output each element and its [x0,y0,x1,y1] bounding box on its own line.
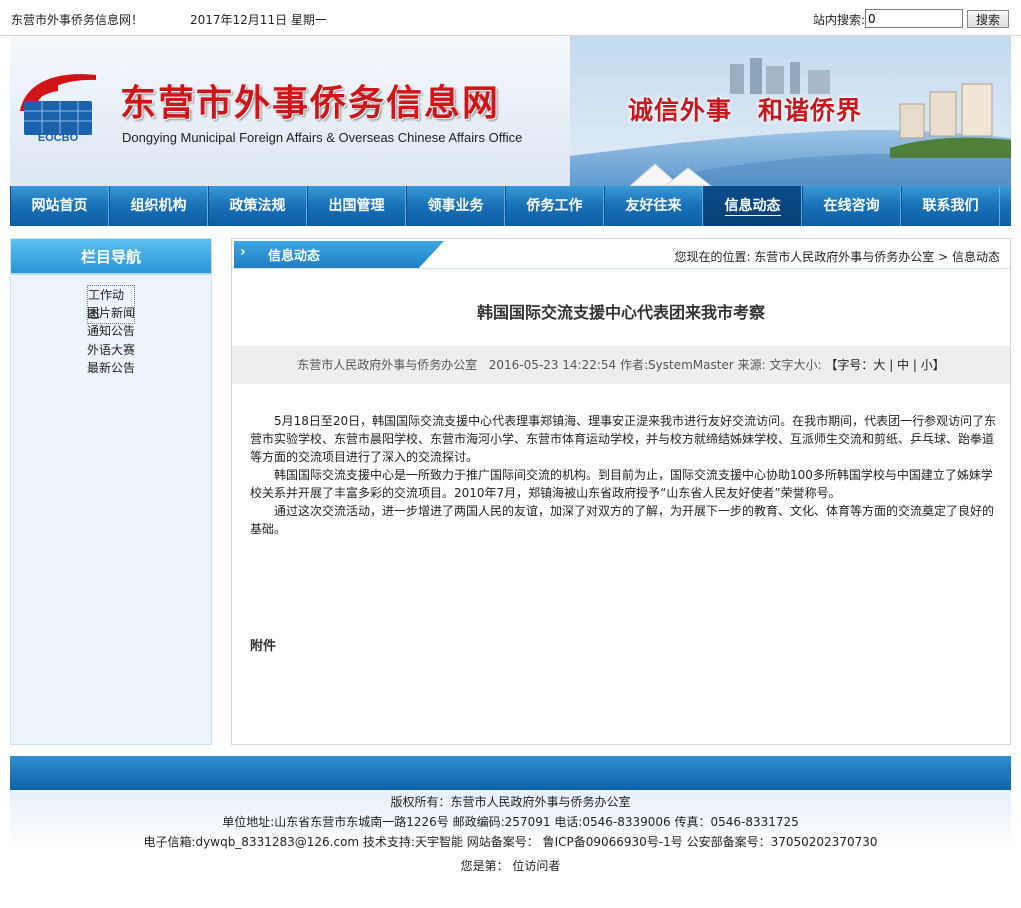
font-size-options[interactable]: 【字号：大 | 中 | 小】 [825,358,944,372]
section-tab [234,241,444,268]
site-title: 东营市外事侨务信息网 [120,82,501,124]
article-panel: › 信息动态 您现在的位置: 东营市人民政府外事与侨务办公室 > 信息动态 韩国… [231,238,1011,745]
footer-bar [10,756,1011,790]
nav-item-policy[interactable]: 政策法规 [208,186,307,226]
nav-item-label: 出国管理 [328,198,385,214]
sidebar-item-label: 图片新闻 [87,305,136,320]
sidebar-item-photo-news[interactable]: 图片新闻 [11,304,211,323]
article-origin: 来源: [737,358,766,372]
sidebar-item-label: 最新公告 [87,361,136,375]
article-author: 作者:SystemMaster [620,358,734,372]
footer-copyright: 版权所有：东营市人民政府外事与侨务办公室 [390,795,631,809]
section-tab-label: 信息动态 [268,249,321,264]
sidebar-item-label: 外语大赛 [87,342,136,357]
nav-item-label: 网站首页 [31,198,88,214]
sidebar-item-language-contest[interactable]: 外语大赛 [11,341,211,360]
chevron-right-icon: › [240,244,246,260]
sidebar-list: 工作动态 图片新闻 通知公告 外语大赛 最新公告 [11,275,211,378]
nav-item-label: 组织机构 [130,198,187,214]
font-size-label: 文字大小: [769,358,822,372]
nav-item-label: 友好往来 [625,198,682,214]
breadcrumb: 您现在的位置: 东营市人民政府外事与侨务办公室 > 信息动态 [674,250,1000,264]
nav-item-label: 政策法规 [229,198,286,214]
sidebar-item-notices[interactable]: 通知公告 [11,322,211,341]
article-datetime: 2016-05-23 14:22:54 [488,358,617,372]
search-button[interactable]: 搜索 [967,10,1009,28]
article-title: 韩国国际交流支援中心代表团来我市考察 [476,303,765,322]
main-nav: 网站首页 组织机构 政策法规 出国管理 领事业务 侨务工作 友好往来 信息动态 … [10,186,1011,226]
nav-item-contact[interactable]: 联系我们 [901,186,1000,226]
site-subtitle: Dongying Municipal Foreign Affairs & Ove… [122,130,523,145]
sidebar-item-label: 通知公告 [87,324,136,338]
nav-item-friendship[interactable]: 友好往来 [604,186,703,226]
nav-item-overseas-chinese[interactable]: 侨务工作 [505,186,604,226]
article-paragraph: 5月18日至20日，韩国国际交流支援中心代表理事郑镇海、理事安正湜来我市进行友好… [250,414,997,464]
nav-item-label: 信息动态 [724,198,781,216]
nav-item-news[interactable]: 信息动态 [703,186,802,226]
nav-item-consulting[interactable]: 在线咨询 [802,186,901,226]
sidebar: 栏目导航 工作动态 图片新闻 通知公告 外语大赛 最新公告 [10,238,212,745]
article-meta: 东营市人民政府外事与侨务办公室 2016-05-23 14:22:54 作者:S… [232,346,1010,384]
nav-item-label: 领事业务 [427,198,484,214]
banner-slogan: 诚信外事 和谐侨界 [628,96,863,125]
article-paragraph: 韩国国际交流支援中心是一所致力于推广国际间交流的机构。到目前为止，国际交流支援中… [250,468,993,500]
footer-contact: 电子信箱:dywqb_8331283@126.com 技术支持:天宇智能 网站备… [143,835,878,849]
search-input[interactable] [865,9,963,28]
nav-item-label: 侨务工作 [526,198,583,214]
nav-item-label: 在线咨询 [823,198,880,214]
site-name: 东营市外事侨务信息网！ [11,13,144,27]
article-body: 5月18日至20日，韩国国际交流支援中心代表理事郑镇海、理事安正湜来我市进行友好… [250,412,1002,538]
sidebar-item-latest-notices[interactable]: 最新公告 [11,359,211,378]
top-bar: 东营市外事侨务信息网！ 2017年12月11日 星期一 站内搜索: 搜索 [0,0,1021,36]
panel-header: › 信息动态 您现在的位置: 东营市人民政府外事与侨务办公室 > 信息动态 [232,239,1010,269]
footer-address: 单位地址:山东省东营市东城南一路1226号 邮政编码:257091 电话:054… [222,815,799,829]
article-paragraph: 通过这次交流活动，进一步增进了两国人民的友谊，加深了对双方的了解，为开展下一步的… [250,504,995,536]
nav-item-home[interactable]: 网站首页 [10,186,109,226]
header-banner: EOCBO 东营市外事侨务信息网 Dongying Municipal Fore… [10,36,1011,186]
nav-item-consular[interactable]: 领事业务 [406,186,505,226]
nav-item-label: 联系我们 [922,198,979,214]
search-label: 站内搜索: [813,13,866,27]
nav-item-organization[interactable]: 组织机构 [109,186,208,226]
nav-item-exit-management[interactable]: 出国管理 [307,186,406,226]
current-date: 2017年12月11日 星期一 [190,13,327,27]
attachment-label: 附件 [250,639,277,654]
eocbo-logo-icon: EOCBO [20,74,96,143]
footer-visitor-count: 您是第： 位访问者 [460,859,561,873]
article-source: 东营市人民政府外事与侨务办公室 [297,358,478,372]
logo-text: EOCBO [38,132,79,143]
sidebar-item-work-news[interactable]: 工作动态 [11,285,211,324]
sidebar-title: 栏目导航 [11,239,211,275]
